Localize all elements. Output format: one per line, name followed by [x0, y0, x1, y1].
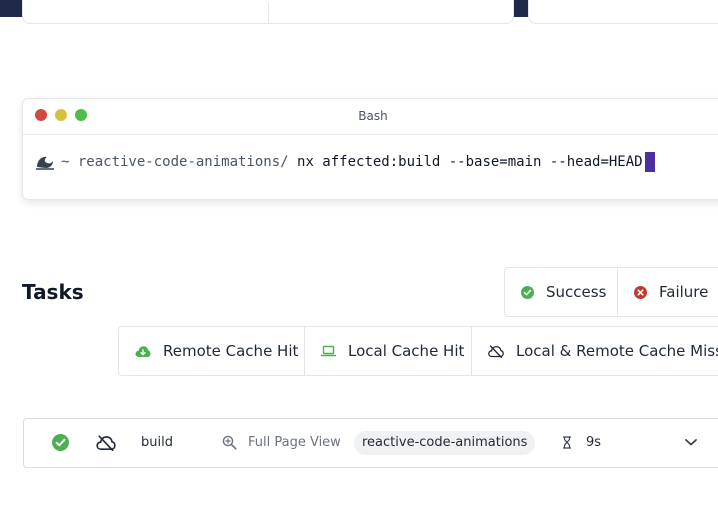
top-card-divider — [268, 3, 269, 23]
cache-legend: Remote Cache Hit Local Cache Hit Local &… — [118, 326, 718, 376]
legend-remote-cache-hit[interactable]: Remote Cache Hit — [119, 327, 305, 375]
legend-local-cache-hit[interactable]: Local Cache Hit — [305, 327, 472, 375]
legend-success-label: Success — [546, 283, 607, 301]
terminal-command: nx affected:build --base=main --head=HEA… — [297, 154, 643, 170]
top-card-right — [528, 0, 718, 24]
cloud-off-icon — [488, 344, 504, 358]
legend-failure[interactable]: Failure — [618, 268, 718, 316]
top-card-left — [22, 0, 514, 24]
check-circle-icon — [521, 285, 534, 299]
terminal-window: Bash ~ reactive-code-animations/ nx affe… — [22, 98, 718, 200]
task-row[interactable]: build Full Page View reactive-code-anima… — [23, 418, 718, 468]
tasks-heading: Tasks — [22, 280, 84, 304]
project-badge: reactive-code-animations — [354, 431, 536, 455]
legend-remote-cache-hit-label: Remote Cache Hit — [163, 342, 299, 360]
legend-success[interactable]: Success — [505, 268, 618, 316]
task-duration: 9s — [586, 435, 602, 450]
legend-cache-miss[interactable]: Local & Remote Cache Miss — [472, 327, 718, 375]
chevron-down-icon[interactable] — [684, 437, 698, 447]
hourglass-icon — [562, 436, 572, 449]
legend-local-cache-hit-label: Local Cache Hit — [348, 342, 465, 360]
terminal-command-line[interactable]: ~ reactive-code-animations/ nx affected:… — [35, 152, 655, 172]
x-circle-icon — [634, 285, 647, 299]
laptop-icon — [321, 345, 336, 357]
terminal-title: Bash — [358, 109, 388, 123]
legend-cache-miss-label: Local & Remote Cache Miss — [516, 342, 718, 360]
full-page-view-link[interactable]: Full Page View — [248, 435, 341, 450]
zoom-in-icon[interactable] — [222, 435, 237, 450]
check-circle-icon — [52, 434, 69, 451]
task-name: build — [141, 435, 173, 450]
wave-prompt-icon — [36, 156, 54, 170]
terminal-header: Bash — [23, 99, 718, 135]
cloud-download-icon — [135, 345, 151, 357]
terminal-cursor — [644, 152, 655, 172]
terminal-prompt-path: ~ reactive-code-animations/ — [61, 154, 289, 170]
cloud-off-icon — [96, 435, 116, 451]
legend-failure-label: Failure — [659, 283, 709, 301]
status-legend: Success Failure — [504, 267, 718, 317]
